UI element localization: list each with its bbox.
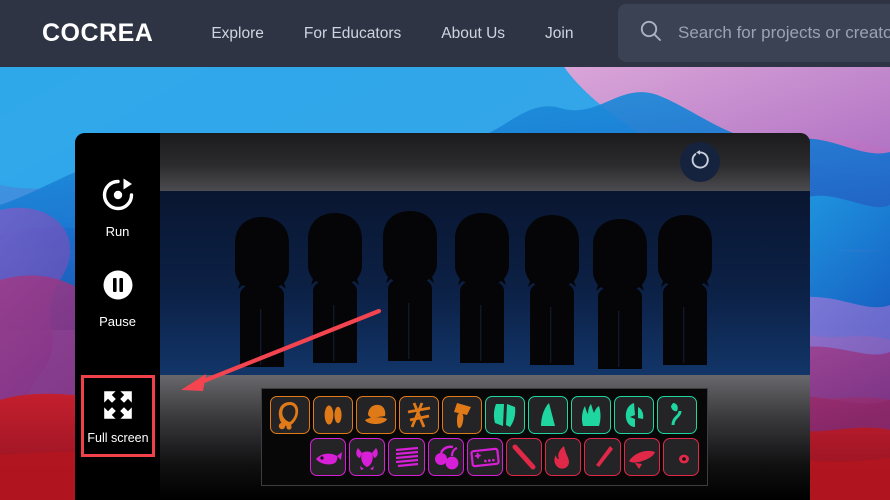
palette-item-blade[interactable] [584, 438, 621, 476]
project-stage[interactable] [160, 191, 810, 375]
run-button[interactable]: Run [82, 175, 154, 239]
pause-circle-icon [98, 265, 138, 305]
palette-item-helmet[interactable] [270, 396, 310, 434]
palette-item-gamepad[interactable] [466, 438, 504, 476]
palette-item-lines[interactable] [388, 438, 425, 476]
nav-item-for-educators[interactable]: For Educators [304, 25, 401, 43]
reload-circle-icon [689, 149, 711, 176]
palette-item-eye[interactable] [662, 438, 700, 476]
palette-item-axe[interactable] [442, 396, 482, 434]
reload-button[interactable] [680, 142, 720, 182]
brand-logo[interactable]: COCREA [42, 19, 153, 48]
palette-item-cone[interactable] [528, 396, 568, 434]
main-navigation: Explore For Educators About Us Join [211, 25, 573, 43]
palette-item-cap[interactable] [356, 396, 396, 434]
fullscreen-button[interactable]: Full screen [81, 375, 155, 457]
palette-item-mask[interactable] [614, 396, 654, 434]
screen-root: COCREA Explore For Educators About Us Jo… [0, 0, 890, 500]
fullscreen-button-label: Full screen [87, 430, 149, 445]
palette-item-bush[interactable] [571, 396, 611, 434]
search-icon [638, 18, 664, 49]
palette-area [160, 375, 810, 500]
nav-item-about-us[interactable]: About Us [441, 25, 505, 43]
editor-toolbar [160, 133, 810, 191]
palette-item-flame[interactable] [545, 438, 582, 476]
run-refresh-icon [98, 175, 138, 215]
item-palette [261, 388, 708, 486]
palette-item-bar[interactable] [506, 438, 543, 476]
palette-row-1 [270, 396, 699, 434]
palette-item-flag[interactable] [399, 396, 439, 434]
palette-item-cherries[interactable] [427, 438, 464, 476]
nav-item-join[interactable]: Join [545, 25, 573, 43]
pause-button-label: Pause [99, 314, 136, 329]
palette-item-fish[interactable] [310, 438, 347, 476]
palette-row-2 [310, 438, 700, 476]
fullscreen-expand-icon [101, 388, 135, 422]
palette-item-bull[interactable] [349, 438, 386, 476]
search-bar[interactable] [618, 4, 890, 62]
editor-main-column [160, 133, 810, 500]
run-button-label: Run [105, 224, 130, 239]
palette-item-ribbon[interactable] [623, 438, 660, 476]
editor-sidebar: Run Pause Full screen [75, 133, 160, 500]
nav-item-explore[interactable]: Explore [211, 25, 264, 43]
project-editor-window: Run Pause Full screen [75, 133, 810, 500]
pause-button[interactable]: Pause [82, 265, 154, 329]
search-input[interactable] [678, 23, 890, 43]
palette-item-headphones[interactable] [313, 396, 353, 434]
palette-item-sprout[interactable] [657, 396, 697, 434]
palette-item-leaf-split[interactable] [485, 396, 525, 434]
